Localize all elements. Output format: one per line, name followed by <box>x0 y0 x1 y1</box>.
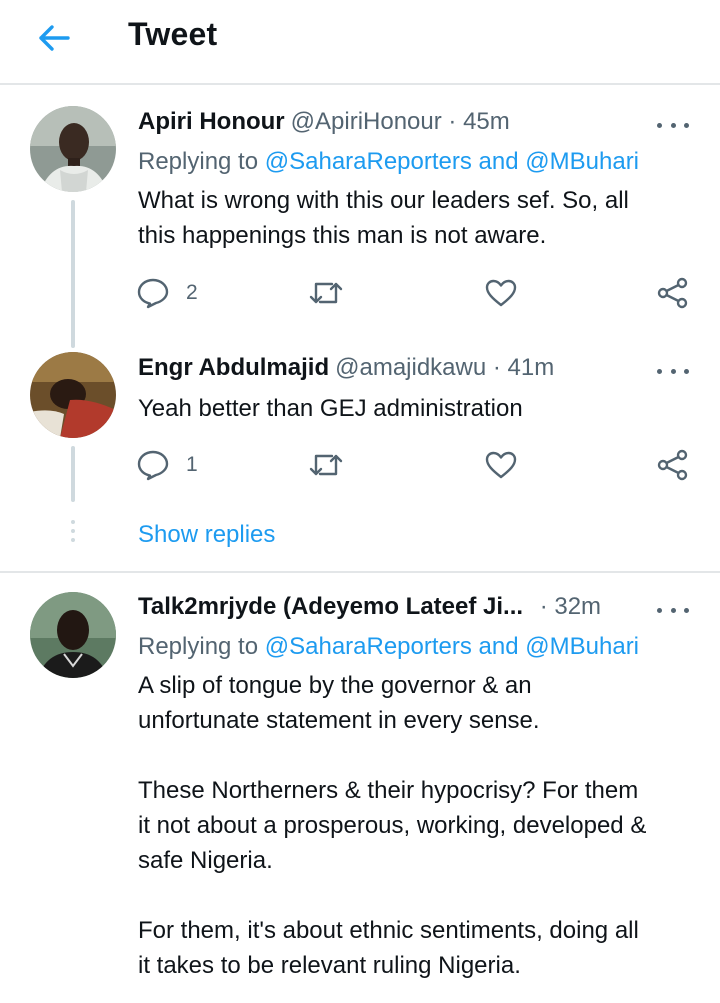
timestamp[interactable]: · 41m <box>493 354 554 381</box>
more-dot-icon <box>684 368 689 374</box>
mention-link[interactable]: @SaharaReporters <box>265 633 472 660</box>
replying-prefix: Replying to <box>138 633 265 660</box>
avatar-photo <box>30 352 116 438</box>
more-dot-icon <box>670 122 676 128</box>
text-line: it not about a prosperous, working, deve… <box>138 812 647 839</box>
reply-count: 2 <box>186 281 198 304</box>
heart-icon <box>485 451 517 479</box>
tweet-header: Apiri Honour @ApiriHonour · 45m <box>138 107 510 137</box>
display-name[interactable]: Talk2mrjyde (Adeyemo Lateef Ji... <box>138 593 523 620</box>
retweet-button[interactable] <box>308 447 344 483</box>
reply-button[interactable]: 2 <box>136 275 198 311</box>
retweet-button[interactable] <box>308 275 344 311</box>
mention-link[interactable]: @MBuhari <box>525 633 639 660</box>
share-button[interactable] <box>656 447 690 483</box>
replying-and: and <box>471 148 526 175</box>
text-line: For them, it's about ethnic sentiments, … <box>138 917 639 944</box>
more-options-button[interactable] <box>657 365 689 377</box>
reply-icon <box>137 278 169 309</box>
heart-icon <box>485 279 517 307</box>
more-options-button[interactable] <box>657 119 689 131</box>
arrow-left-icon <box>39 25 70 51</box>
thread-continuation <box>70 520 76 550</box>
avatar[interactable] <box>30 592 116 678</box>
more-dot-icon <box>684 607 689 613</box>
tweet-text: Yeah better than GEJ administration <box>138 391 698 426</box>
avatar[interactable] <box>30 352 116 438</box>
avatar-photo <box>30 106 116 192</box>
retweet-icon <box>309 282 343 304</box>
display-name[interactable]: Engr Abdulmajid <box>138 354 329 381</box>
like-button[interactable] <box>484 275 518 311</box>
share-button[interactable] <box>656 275 690 311</box>
share-icon <box>657 449 688 481</box>
tweet-text: A slip of tongue by the governor & an un… <box>138 668 698 983</box>
text-line: A slip of tongue by the governor & an <box>138 672 532 699</box>
replying-and: and <box>471 633 526 660</box>
tweet-actions: 2 <box>136 275 696 311</box>
like-button[interactable] <box>484 447 518 483</box>
top-bar: Tweet <box>0 0 720 85</box>
back-button[interactable] <box>36 22 72 54</box>
text-line: safe Nigeria. <box>138 847 273 874</box>
reply-icon <box>137 450 169 481</box>
mention-link[interactable]: @SaharaReporters <box>265 148 472 175</box>
share-icon <box>657 277 688 309</box>
more-dot-icon <box>684 122 689 128</box>
replying-to: Replying to @SaharaReporters and @MBuhar… <box>138 147 639 177</box>
reply-button[interactable]: 1 <box>136 447 198 483</box>
tweet-header: Talk2mrjyde (Adeyemo Lateef Ji... · 32m <box>138 592 601 622</box>
more-dot-icon <box>657 122 662 128</box>
text-line: These Northerners & their hypocrisy? For… <box>138 777 639 804</box>
text-line: unfortunate statement in every sense. <box>138 707 540 734</box>
user-handle[interactable]: @ApiriHonour <box>291 108 442 135</box>
text-line: this happenings this man is not aware. <box>138 222 547 249</box>
more-options-button[interactable] <box>657 604 689 616</box>
text-line: it takes to be relevant ruling Nigeria. <box>138 952 521 979</box>
text-line: What is wrong with this our leaders sef.… <box>138 187 629 214</box>
reply-count: 1 <box>186 453 198 476</box>
text-line: Yeah better than GEJ administration <box>138 395 523 422</box>
replying-to: Replying to @SaharaReporters and @MBuhar… <box>138 632 639 662</box>
timestamp[interactable]: · 45m <box>448 108 509 135</box>
tweet-actions: 1 <box>136 447 696 483</box>
timestamp[interactable]: · 32m <box>540 593 601 620</box>
thread-line <box>71 446 75 502</box>
retweet-icon <box>309 454 343 476</box>
more-dot-icon <box>657 368 662 374</box>
user-handle[interactable]: @amajidkawu <box>335 354 486 381</box>
avatar[interactable] <box>30 106 116 192</box>
mention-link[interactable]: @MBuhari <box>525 148 639 175</box>
replying-prefix: Replying to <box>138 148 265 175</box>
display-name[interactable]: Apiri Honour <box>138 108 285 135</box>
more-dot-icon <box>670 607 676 613</box>
page-title: Tweet <box>128 16 218 52</box>
more-dot-icon <box>657 607 662 613</box>
thread-line <box>71 200 75 348</box>
more-dot-icon <box>670 368 676 374</box>
show-replies-link[interactable]: Show replies <box>138 520 275 550</box>
tweet-header: Engr Abdulmajid @amajidkawu · 41m <box>138 353 554 383</box>
divider <box>0 571 720 573</box>
avatar-photo <box>30 592 116 678</box>
tweet-text: What is wrong with this our leaders sef.… <box>138 183 698 253</box>
